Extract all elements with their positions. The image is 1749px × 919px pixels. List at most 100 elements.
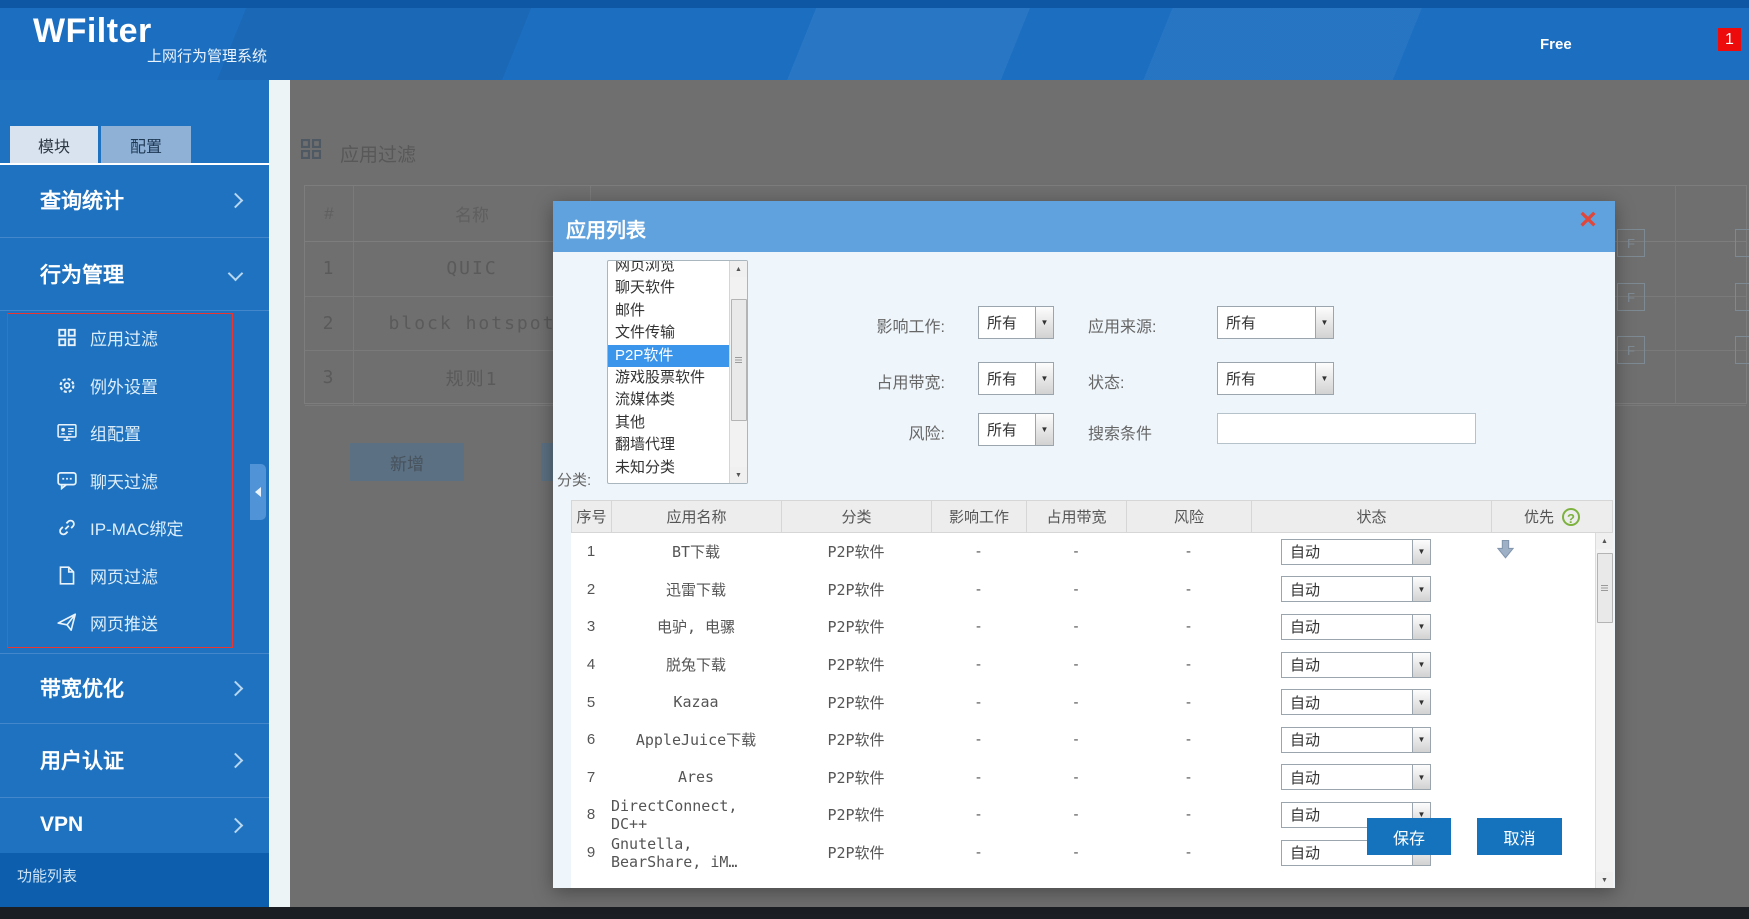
table-row: 4 脱兔下载 P2P软件 - - - 自动	[571, 646, 1596, 684]
sidebar-item-web-push[interactable]: 网页推送	[8, 599, 232, 647]
status-filter-select[interactable]: 所有	[1217, 362, 1334, 395]
chevron-down-icon[interactable]	[1412, 728, 1430, 752]
column-header: 状态	[1252, 501, 1492, 532]
scroll-up-icon[interactable]	[1596, 533, 1613, 549]
submenu-highlight-box: 应用过滤 例外设置 组配置 聊天过滤 IP-MAC绑定 网页过滤 网页推送	[7, 313, 233, 648]
column-header: 影响工作	[932, 501, 1027, 532]
status-select[interactable]: 自动	[1281, 764, 1431, 790]
sidebar-item-ip-mac-binding[interactable]: IP-MAC绑定	[8, 504, 232, 552]
notification-badge[interactable]: 1	[1718, 28, 1741, 51]
category-option[interactable]: 翻墙代理	[608, 434, 747, 456]
application-table: 序号 应用名称 分类 影响工作 占用带宽 风险 状态 优先 ? 1 BT下载 P…	[571, 500, 1613, 888]
add-button: 新增	[350, 443, 464, 481]
chevron-right-icon	[228, 817, 244, 833]
sidebar-item-user-auth[interactable]: 用户认证	[0, 723, 269, 797]
column-header: 风险	[1127, 501, 1252, 532]
content-gutter	[270, 80, 290, 907]
column-header: 占用带宽	[1027, 501, 1127, 532]
switch-box: F	[1617, 229, 1645, 257]
table-scrollbar[interactable]	[1595, 533, 1613, 888]
chevron-down-icon[interactable]	[1315, 307, 1333, 338]
column-header: 序号	[572, 501, 612, 532]
status-select[interactable]: 自动	[1281, 727, 1431, 753]
edit-icon	[1735, 229, 1749, 257]
page-icon	[57, 565, 79, 585]
chat-bubble-icon	[57, 470, 79, 490]
chevron-down-icon[interactable]	[1412, 615, 1430, 639]
status-select[interactable]: 自动	[1281, 539, 1431, 565]
app-logo: WFilter	[33, 12, 152, 51]
priority-down-icon[interactable]	[1497, 540, 1514, 563]
category-listbox[interactable]: 网页浏览 聊天软件 邮件 文件传输 P2P软件 游戏股票软件 流媒体类 其他 翻…	[607, 260, 748, 484]
chevron-down-icon[interactable]	[1412, 765, 1430, 789]
dialog-title: 应用列表	[566, 214, 646, 243]
column-header-priority: 优先 ?	[1492, 501, 1612, 532]
tab-config[interactable]: 配置	[101, 126, 191, 163]
header-top-strip	[0, 0, 1749, 8]
sidebar-item-group-config[interactable]: 组配置	[8, 409, 232, 457]
chevron-down-icon	[228, 266, 244, 282]
risk-select[interactable]: 所有	[978, 413, 1054, 446]
search-input[interactable]	[1217, 413, 1476, 444]
column-header: 应用名称	[612, 501, 782, 532]
sidebar-footer: 功能列表	[0, 853, 269, 907]
status-select[interactable]: 自动	[1281, 652, 1431, 678]
license-plan-label: Free	[1540, 36, 1572, 53]
listbox-scrollbar[interactable]	[729, 261, 747, 483]
close-icon[interactable]: ×	[1573, 206, 1603, 236]
scroll-up-icon[interactable]	[730, 261, 747, 277]
tab-modules[interactable]: 模块	[10, 126, 98, 163]
category-option[interactable]: 未知分类	[608, 457, 747, 479]
chevron-down-icon[interactable]	[1035, 307, 1053, 338]
chevron-down-icon[interactable]	[1412, 577, 1430, 601]
chevron-down-icon[interactable]	[1412, 653, 1430, 677]
chevron-down-icon[interactable]	[1412, 540, 1430, 564]
sidebar-item-app-filter[interactable]: 应用过滤	[8, 314, 232, 362]
scroll-down-icon[interactable]	[730, 467, 747, 483]
status-select[interactable]: 自动	[1281, 614, 1431, 640]
chevron-down-icon[interactable]	[1315, 363, 1333, 394]
sidebar-collapse-handle[interactable]	[250, 464, 266, 520]
switch-box: F	[1617, 336, 1645, 364]
scroll-down-icon[interactable]	[1596, 872, 1613, 888]
gear-icon	[57, 375, 79, 395]
impact-select[interactable]: 所有	[978, 306, 1054, 339]
bandwidth-label: 占用带宽:	[853, 369, 945, 393]
page-title: 应用过滤	[340, 140, 416, 167]
scrollbar-thumb[interactable]	[1597, 553, 1613, 623]
category-option[interactable]: 网页浏览	[608, 260, 747, 277]
dialog-header: 应用列表	[553, 201, 1615, 252]
cancel-button[interactable]: 取消	[1477, 818, 1562, 855]
save-button[interactable]: 保存	[1367, 818, 1451, 855]
scrollbar-thumb[interactable]	[731, 299, 747, 421]
chevron-down-icon[interactable]	[1035, 363, 1053, 394]
help-icon[interactable]: ?	[1562, 508, 1580, 526]
risk-label: 风险:	[853, 420, 945, 444]
chevron-down-icon[interactable]	[1035, 414, 1053, 445]
category-option[interactable]: 聊天软件	[608, 277, 747, 299]
chevron-down-icon[interactable]	[1412, 690, 1430, 714]
category-option[interactable]: 游戏股票软件	[608, 367, 747, 389]
sidebar-item-bandwidth[interactable]: 带宽优化	[0, 653, 269, 723]
category-option[interactable]: 流媒体类	[608, 389, 747, 411]
category-label: 分类:	[557, 469, 605, 490]
category-option[interactable]: 其他	[608, 412, 747, 434]
column-header: 分类	[782, 501, 932, 532]
paper-plane-icon	[57, 613, 79, 633]
sidebar-item-exception-settings[interactable]: 例外设置	[8, 362, 232, 410]
chevron-right-icon	[228, 752, 244, 768]
sidebar-item-query-stats[interactable]: 查询统计	[0, 163, 269, 237]
bandwidth-select[interactable]: 所有	[978, 362, 1054, 395]
link-icon	[57, 518, 79, 538]
sidebar-item-chat-filter[interactable]: 聊天过滤	[8, 457, 232, 505]
category-option-selected[interactable]: P2P软件	[608, 345, 747, 367]
category-option[interactable]: 邮件	[608, 300, 747, 322]
sidebar-item-web-filter[interactable]: 网页过滤	[8, 552, 232, 600]
category-option[interactable]: 文件传输	[608, 322, 747, 344]
source-label: 应用来源:	[1088, 313, 1156, 337]
status-select[interactable]: 自动	[1281, 689, 1431, 715]
status-select[interactable]: 自动	[1281, 576, 1431, 602]
source-select[interactable]: 所有	[1217, 306, 1334, 339]
sidebar-item-vpn[interactable]: VPN	[0, 797, 269, 853]
sidebar-item-behavior-mgmt[interactable]: 行为管理	[0, 237, 269, 310]
